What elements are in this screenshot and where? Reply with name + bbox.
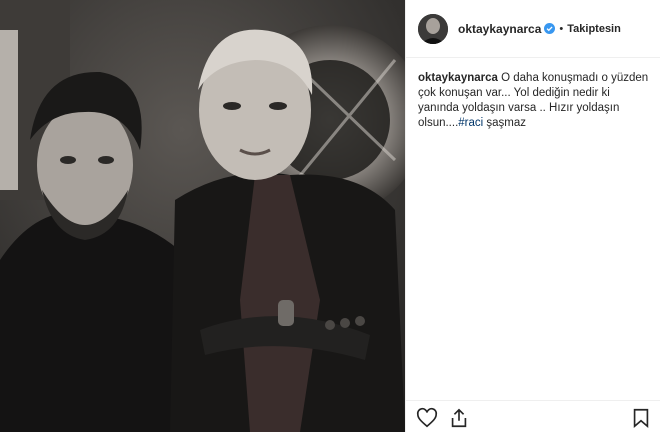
post-caption: oktaykaynarca O daha konuşmadı o yüzden … bbox=[406, 58, 660, 131]
post-side-panel: oktaykaynarca • Takiptesin oktaykaynarca… bbox=[405, 0, 660, 432]
caption-tail: şaşmaz bbox=[483, 117, 527, 129]
caption-username[interactable]: oktaykaynarca bbox=[418, 72, 498, 84]
following-button[interactable]: Takiptesin bbox=[567, 23, 621, 35]
post-header: oktaykaynarca • Takiptesin bbox=[406, 0, 660, 58]
share-icon[interactable] bbox=[448, 407, 470, 429]
post-photo[interactable] bbox=[0, 0, 405, 432]
bookmark-icon[interactable] bbox=[630, 407, 652, 429]
post-actions-bar bbox=[406, 400, 660, 433]
caption-hashtag[interactable]: #raci bbox=[458, 117, 483, 129]
account-username[interactable]: oktaykaynarca bbox=[458, 22, 541, 36]
photo-two-men bbox=[0, 0, 405, 432]
heart-icon[interactable] bbox=[416, 407, 438, 429]
verified-badge-icon bbox=[544, 23, 556, 34]
separator-dot: • bbox=[559, 22, 564, 35]
avatar-image bbox=[418, 13, 448, 44]
instagram-post: oktaykaynarca • Takiptesin oktaykaynarca… bbox=[0, 0, 660, 432]
avatar[interactable] bbox=[418, 13, 448, 44]
